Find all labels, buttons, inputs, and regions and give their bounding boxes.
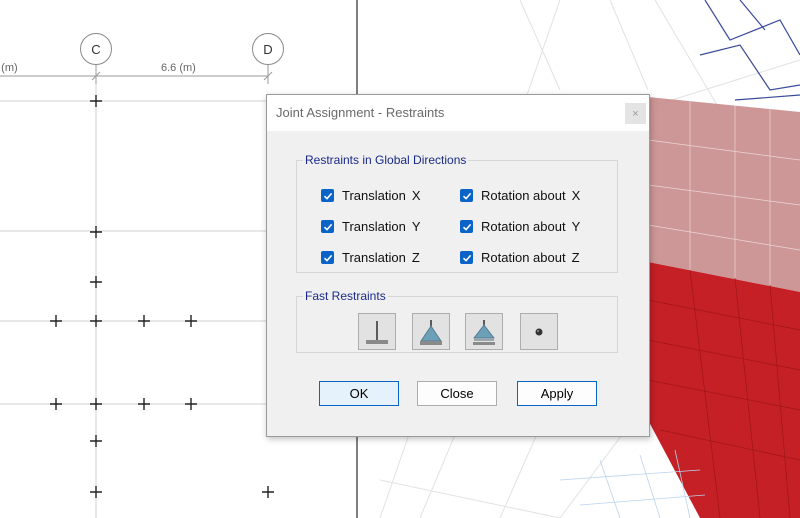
rotation-x-checkbox[interactable]: Rotation about X <box>460 188 580 203</box>
rotation-y-axis: Y <box>571 219 581 234</box>
rotation-z-label: Rotation about <box>481 250 566 265</box>
free-joint-button[interactable] <box>520 313 558 350</box>
checkbox-checked-icon <box>321 220 334 233</box>
dialog-titlebar[interactable]: Joint Assignment - Restraints × <box>267 95 649 131</box>
pinned-support-icon <box>420 319 442 345</box>
dimension-label-2: 6.6 (m) <box>161 62 196 74</box>
global-restraints-title: Restraints in Global Directions <box>305 153 467 167</box>
checkbox-checked-icon <box>460 189 473 202</box>
translation-x-checkbox[interactable]: Translation X <box>321 188 421 203</box>
checkbox-checked-icon <box>321 189 334 202</box>
apply-button[interactable]: Apply <box>517 381 597 406</box>
pinned-support-button[interactable] <box>412 313 450 350</box>
close-icon[interactable]: × <box>625 103 646 124</box>
dialog-title: Joint Assignment - Restraints <box>276 105 445 120</box>
dimension-label-1: 5 (m) <box>0 62 18 74</box>
grid-bubble-c: C <box>80 33 112 65</box>
rotation-x-axis: X <box>571 188 581 203</box>
translation-x-label: Translation <box>342 188 406 203</box>
fixed-support-button[interactable] <box>358 313 396 350</box>
rotation-z-checkbox[interactable]: Rotation about Z <box>460 250 580 265</box>
free-joint-icon <box>535 328 543 335</box>
translation-z-checkbox[interactable]: Translation Z <box>321 250 420 265</box>
joint-restraints-dialog: Joint Assignment - Restraints × Restrain… <box>266 94 650 437</box>
translation-y-label: Translation <box>342 219 406 234</box>
translation-y-axis: Y <box>411 219 421 234</box>
rotation-z-axis: Z <box>571 250 580 265</box>
close-button[interactable]: Close <box>417 381 497 406</box>
rotation-x-label: Rotation about <box>481 188 566 203</box>
checkbox-checked-icon <box>460 251 473 264</box>
translation-y-checkbox[interactable]: Translation Y <box>321 219 421 234</box>
checkbox-checked-icon <box>460 220 473 233</box>
fixed-support-icon <box>366 320 388 344</box>
rotation-y-label: Rotation about <box>481 219 566 234</box>
translation-z-label: Translation <box>342 250 406 265</box>
ok-button[interactable]: OK <box>319 381 399 406</box>
rotation-y-checkbox[interactable]: Rotation about Y <box>460 219 580 234</box>
checkbox-checked-icon <box>321 251 334 264</box>
roller-support-icon <box>473 319 495 345</box>
grid-bubble-d: D <box>252 33 284 65</box>
fast-restraints-group: Fast Restraints <box>296 289 618 353</box>
translation-z-axis: Z <box>411 250 420 265</box>
roller-support-button[interactable] <box>465 313 503 350</box>
fast-restraints-title: Fast Restraints <box>305 289 386 303</box>
translation-x-axis: X <box>411 188 421 203</box>
